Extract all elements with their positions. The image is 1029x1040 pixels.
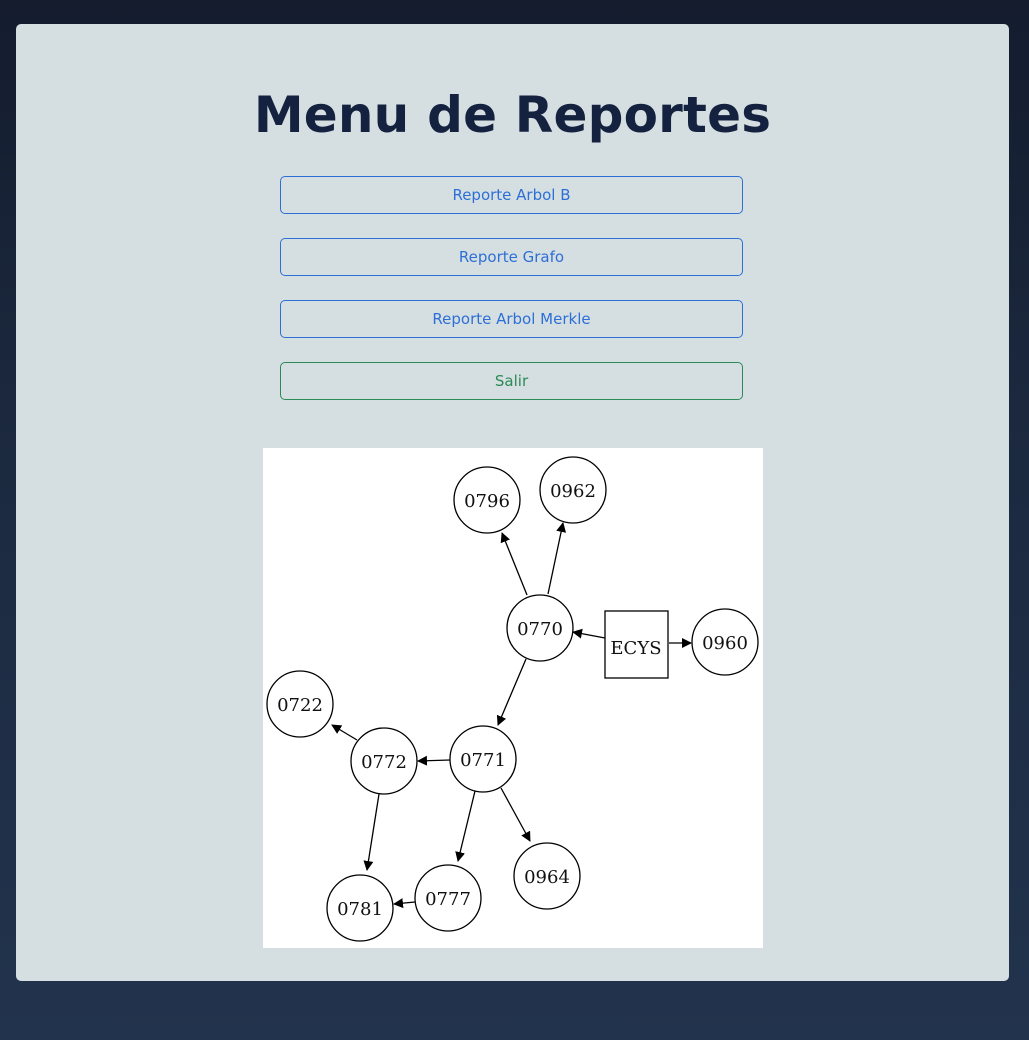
edge-0771-0772 <box>417 755 451 766</box>
page-title: Menu de Reportes <box>253 86 772 144</box>
svg-text:0771: 0771 <box>460 750 506 771</box>
report-arbol-b-button[interactable]: Reporte Arbol B <box>280 176 743 214</box>
svg-text:0722: 0722 <box>277 695 323 716</box>
edge-0771-0964 <box>500 787 531 842</box>
node-0796: 0796 <box>453 466 521 534</box>
node-0960: 0960 <box>691 608 759 676</box>
edge-0771-0777 <box>455 790 476 862</box>
report-graph-image: 0796 0962 0770 ECYS 0960 0722 0772 0771 … <box>263 448 763 948</box>
node-0781: 0781 <box>326 874 394 942</box>
node-0722: 0722 <box>266 670 334 738</box>
graph-diagram: 0796 0962 0770 ECYS 0960 0722 0772 0771 … <box>266 456 759 942</box>
node-0772: 0772 <box>350 727 418 795</box>
svg-text:0777: 0777 <box>425 889 471 910</box>
svg-text:0772: 0772 <box>361 752 407 773</box>
edge-0772-0722 <box>331 724 358 741</box>
svg-text:0796: 0796 <box>464 491 510 512</box>
node-0771: 0771 <box>449 725 517 793</box>
report-grafo-button[interactable]: Reporte Grafo <box>280 238 743 276</box>
exit-button[interactable]: Salir <box>280 362 743 400</box>
report-menu-card: Menu de Reportes Reporte Arbol B Reporte… <box>16 24 1009 981</box>
svg-text:0962: 0962 <box>550 481 596 502</box>
node-0770: 0770 <box>506 594 574 662</box>
svg-text:0770: 0770 <box>517 619 563 640</box>
svg-text:0960: 0960 <box>702 633 748 654</box>
edge-0770-0771 <box>496 658 527 726</box>
node-ecys: ECYS <box>604 610 669 679</box>
svg-text:0964: 0964 <box>524 867 570 888</box>
edge-0772-0781 <box>363 793 380 871</box>
edge-0770-0796 <box>500 532 528 596</box>
report-arbol-merkle-button[interactable]: Reporte Arbol Merkle <box>280 300 743 338</box>
svg-text:0781: 0781 <box>337 899 383 920</box>
svg-text:ECYS: ECYS <box>610 638 661 659</box>
edge-0770-0962 <box>547 522 567 595</box>
edge-ecys-0770 <box>572 628 606 639</box>
node-0962: 0962 <box>539 456 607 524</box>
node-0777: 0777 <box>414 864 482 932</box>
edge-0777-0781 <box>393 898 416 909</box>
node-0964: 0964 <box>513 842 581 910</box>
